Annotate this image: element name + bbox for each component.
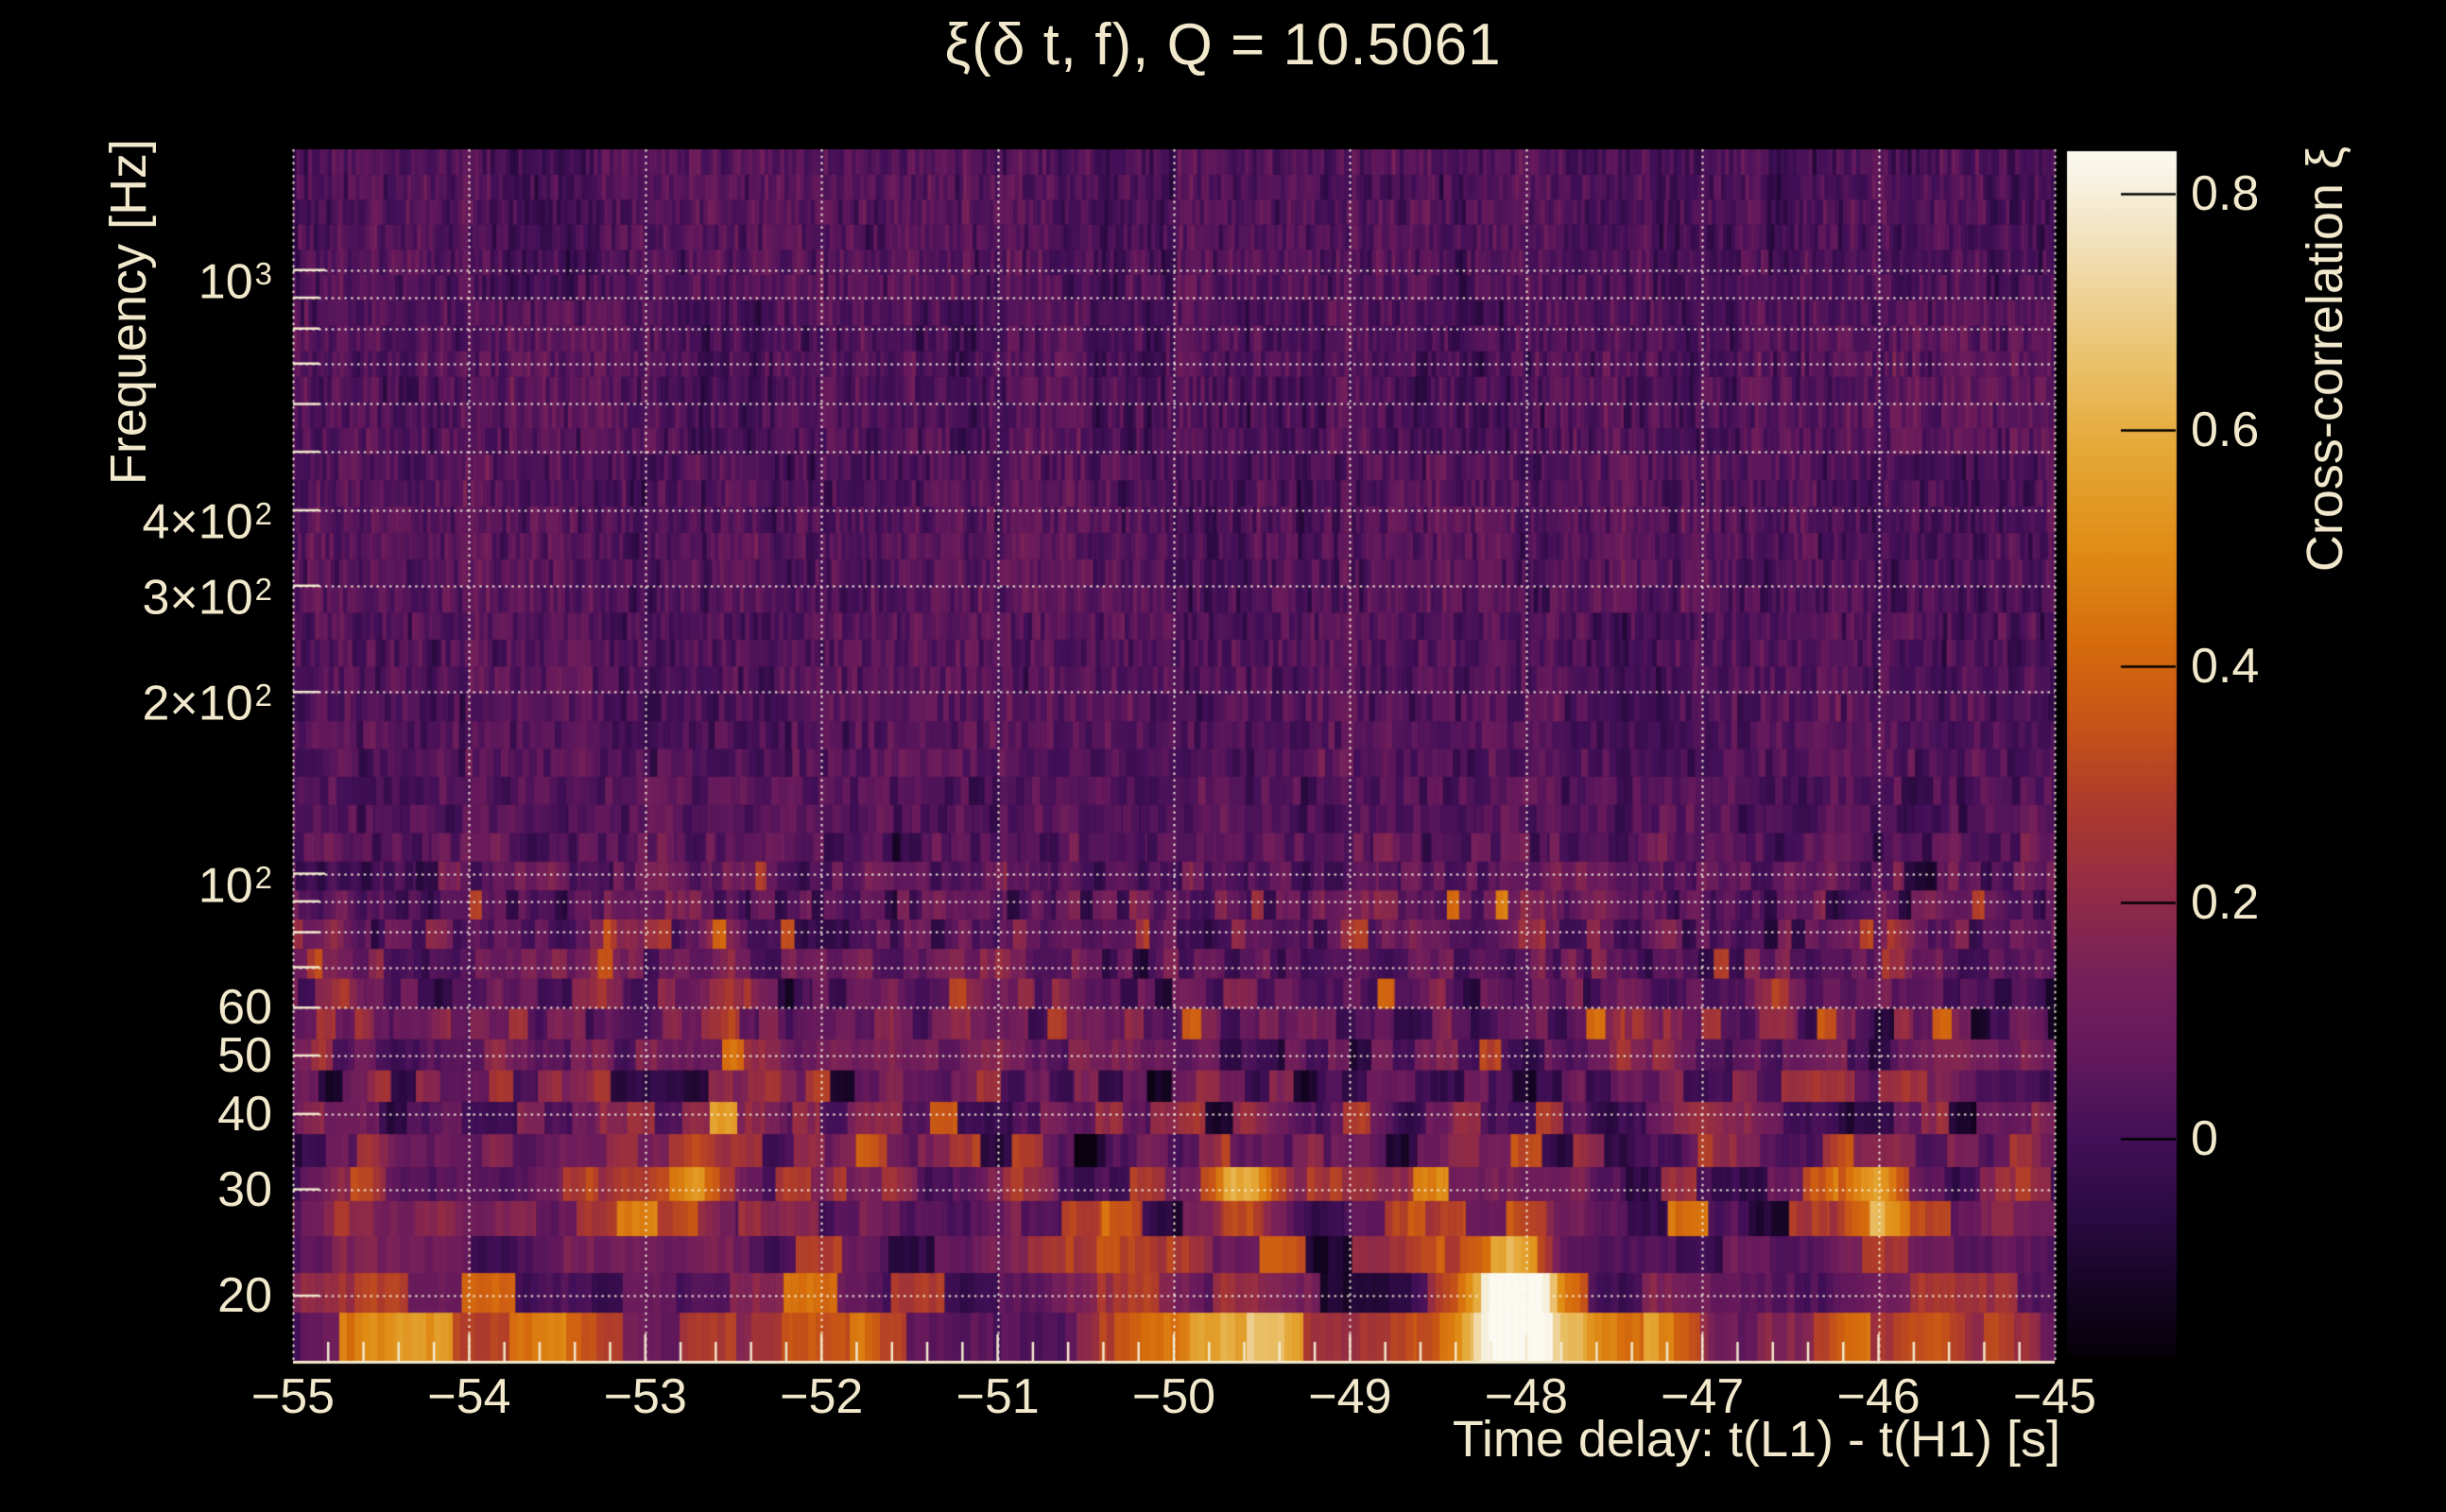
colorbar-tick-label: 0.2: [2191, 878, 2259, 927]
x-tick-label: −50: [1094, 1372, 1254, 1421]
x-tick-label: −51: [918, 1372, 1078, 1421]
x-tick-label: −53: [565, 1372, 726, 1421]
y-tick-label: 2×102: [143, 667, 273, 728]
x-tick-label: −47: [1622, 1372, 1783, 1421]
y-tick-label: 20: [217, 1271, 272, 1320]
y-tick-label: 103: [198, 246, 272, 306]
colorbar-tick-label: 0.6: [2191, 405, 2259, 455]
y-tick-label: 40: [217, 1090, 272, 1139]
figure: ξ(δ t, f), Q = 10.5061 Frequency [Hz] Ti…: [0, 0, 2446, 1512]
colorbar-tick-label: 0.8: [2191, 169, 2259, 218]
y-axis-tick-labels: 103 4×102 3×102 2×102 102 6050 40 30 20: [0, 0, 280, 1512]
y-tick-label: 30: [217, 1165, 272, 1214]
x-tick-label: −46: [1799, 1372, 1959, 1421]
spectrogram-heatmap-canvas: [0, 0, 2446, 1512]
chart-title: ξ(δ t, f), Q = 10.5061: [0, 11, 2446, 78]
x-tick-label: −49: [1269, 1372, 1430, 1421]
x-tick-label: −54: [388, 1372, 549, 1421]
y-tick-label: 102: [198, 850, 272, 910]
y-tick-label: 3×102: [143, 561, 273, 622]
y-tick-label: 50: [217, 1031, 272, 1080]
colorbar-tick-label: 0: [2191, 1114, 2218, 1163]
x-tick-label: −52: [741, 1372, 902, 1421]
x-tick-label: −48: [1446, 1372, 1607, 1421]
colorbar-tick-label: 0.4: [2191, 642, 2259, 691]
x-tick-label: −45: [1974, 1372, 2135, 1421]
y-tick-label: 60: [217, 983, 272, 1032]
colorbar-title: Cross-correlation ξ: [2296, 146, 2354, 572]
y-tick-label: 4×102: [143, 486, 273, 546]
x-tick-label: −55: [213, 1372, 373, 1421]
